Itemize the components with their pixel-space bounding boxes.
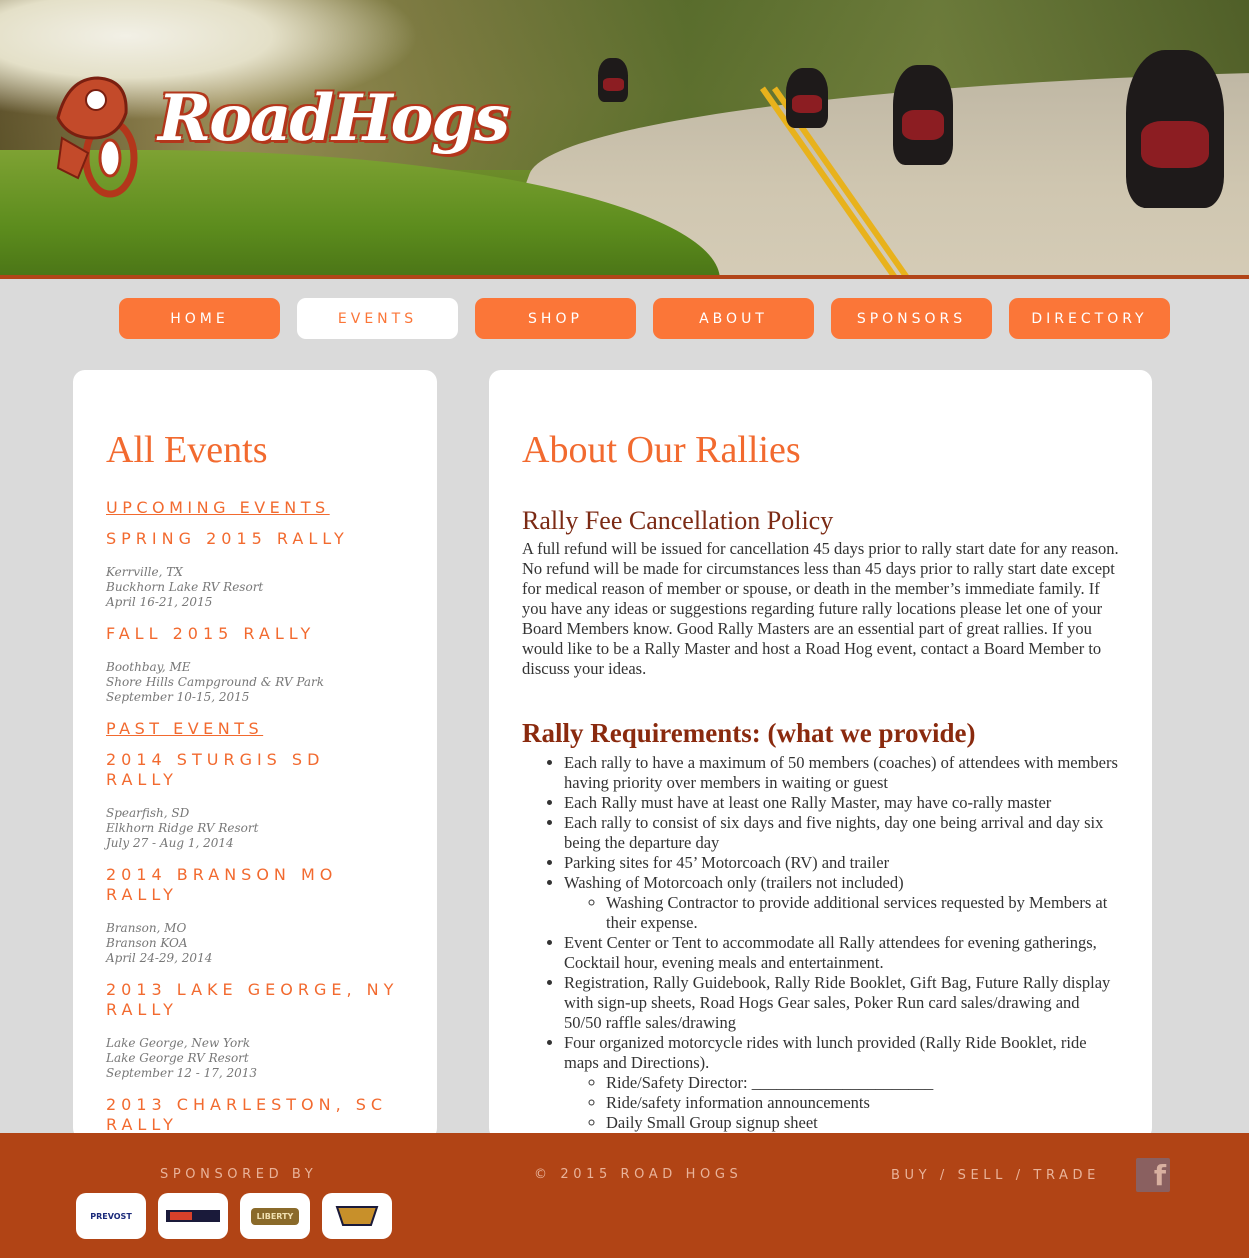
sponsored-by-label: SPONSORED BY: [160, 1167, 318, 1182]
event-details: Branson, MO Branson KOA April 24-29, 201…: [106, 921, 404, 966]
event-date: September 10-15, 2015: [106, 690, 250, 704]
sponsor-logo[interactable]: [158, 1193, 228, 1239]
main-nav: HOME EVENTS SHOP ABOUT SPONSORS DIRECTOR…: [119, 298, 1170, 339]
event-venue: Branson KOA: [106, 936, 188, 950]
sponsor-logo[interactable]: [322, 1193, 392, 1239]
sponsor-banner-icon: [166, 1210, 220, 1222]
event-venue: Lake George RV Resort: [106, 1051, 249, 1065]
list-item: Each rally to consist of six days and fi…: [564, 813, 1119, 853]
motorcycle-rider: [598, 58, 628, 102]
motorcycle-rider: [893, 65, 953, 165]
list-item: Event Center or Tent to accommodate all …: [564, 933, 1119, 973]
event-details: Spearfish, SD Elkhorn Ridge RV Resort Ju…: [106, 806, 404, 851]
policy-text: A full refund will be issued for cancell…: [522, 539, 1119, 678]
sidebar-title: All Events: [106, 429, 268, 471]
past-events-link[interactable]: PAST EVENTS: [106, 719, 404, 738]
sponsor-prevost-logo[interactable]: PREVOST: [76, 1193, 146, 1239]
event-place: Spearfish, SD: [106, 806, 190, 820]
event-date: July 27 - Aug 1, 2014: [106, 836, 234, 850]
nav-shop[interactable]: SHOP: [475, 298, 636, 339]
sub-list: Washing Contractor to provide additional…: [606, 893, 1119, 933]
sub-list: Ride/Safety Director: __________________…: [606, 1073, 1119, 1133]
requirements-list: Each rally to have a maximum of 50 membe…: [564, 753, 1119, 1133]
sub-list-item: Daily Small Group signup sheet: [606, 1113, 1119, 1133]
nav-directory[interactable]: DIRECTORY: [1009, 298, 1170, 339]
policy-heading: Rally Fee Cancellation Policy: [522, 506, 834, 535]
liberty-badge: LIBERTY: [250, 1207, 300, 1225]
event-title-link[interactable]: 2013 CHARLESTON, SC RALLY: [106, 1095, 406, 1135]
event-date: April 24-29, 2014: [106, 951, 213, 965]
motorcycle-rider: [786, 68, 828, 128]
copyright-text: © 2015 ROAD HOGS: [534, 1167, 743, 1182]
list-item: Four organized motorcycle rides with lun…: [564, 1033, 1119, 1133]
event-date: September 12 - 17, 2013: [106, 1066, 258, 1080]
event-title-link[interactable]: FALL 2015 RALLY: [106, 624, 404, 644]
event-venue: Buckhorn Lake RV Resort: [106, 580, 264, 594]
list-item-text: Four organized motorcycle rides with lun…: [564, 1033, 1087, 1072]
event-place: Branson, MO: [106, 921, 187, 935]
motorcycle-rider: [1126, 50, 1224, 208]
event-title-link[interactable]: 2013 LAKE GEORGE, NY RALLY: [106, 980, 406, 1020]
events-sidebar: All Events UPCOMING EVENTS SPRING 2015 R…: [73, 370, 437, 1140]
event-place: Boothbay, ME: [106, 660, 191, 674]
site-footer: SPONSORED BY © 2015 ROAD HOGS BUY / SELL…: [0, 1133, 1249, 1258]
event-details: Kerrville, TX Buckhorn Lake RV Resort Ap…: [106, 565, 404, 610]
event-date: April 16-21, 2015: [106, 595, 213, 609]
nav-about[interactable]: ABOUT: [653, 298, 814, 339]
list-item: Each Rally must have at least one Rally …: [564, 793, 1119, 813]
page-title: About Our Rallies: [522, 429, 801, 471]
sub-list-item: Washing Contractor to provide additional…: [606, 893, 1119, 933]
site-logo[interactable]: RoadHogs: [48, 58, 510, 198]
list-item: Each rally to have a maximum of 50 membe…: [564, 753, 1119, 793]
event-title-link[interactable]: SPRING 2015 RALLY: [106, 529, 404, 549]
upcoming-events-link[interactable]: UPCOMING EVENTS: [106, 498, 404, 517]
requirements-heading: Rally Requirements: (what we provide): [522, 718, 976, 748]
event-venue: Elkhorn Ridge RV Resort: [106, 821, 259, 835]
event-details: Lake George, New York Lake George RV Res…: [106, 1036, 404, 1081]
event-title-link[interactable]: 2014 BRANSON MO RALLY: [106, 865, 366, 905]
brand-wordmark: RoadHogs: [158, 80, 510, 156]
sponsor-logos: PREVOST LIBERTY: [76, 1193, 392, 1239]
event-place: Kerrville, TX: [106, 565, 183, 579]
nav-events[interactable]: EVENTS: [297, 298, 458, 339]
list-item-text: Washing of Motorcoach only (trailers not…: [564, 873, 904, 892]
hog-mascot-icon: [56, 76, 138, 198]
event-title-link[interactable]: 2014 STURGIS SD RALLY: [106, 750, 404, 790]
buy-sell-trade-link[interactable]: BUY / SELL / TRADE: [891, 1168, 1100, 1183]
list-item: Washing of Motorcoach only (trailers not…: [564, 873, 1119, 933]
header-border: [0, 275, 1249, 279]
list-item: Parking sites for 45’ Motorcoach (RV) an…: [564, 853, 1119, 873]
event-venue: Shore Hills Campground & RV Park: [106, 675, 325, 689]
sponsor-liberty-logo[interactable]: LIBERTY: [240, 1193, 310, 1239]
sub-list-item: Ride/safety information announcements: [606, 1093, 1119, 1113]
nav-home[interactable]: HOME: [119, 298, 280, 339]
main-content: About Our Rallies Rally Fee Cancellation…: [489, 370, 1152, 1140]
sub-list-item: Ride/Safety Director: __________________…: [606, 1073, 1119, 1093]
event-place: Lake George, New York: [106, 1036, 251, 1050]
list-item: Registration, Rally Guidebook, Rally Rid…: [564, 973, 1119, 1033]
nav-sponsors[interactable]: SPONSORS: [831, 298, 992, 339]
event-details: Boothbay, ME Shore Hills Campground & RV…: [106, 660, 404, 705]
facebook-icon[interactable]: f: [1136, 1158, 1170, 1192]
sponsor-emblem-icon: [335, 1206, 379, 1226]
